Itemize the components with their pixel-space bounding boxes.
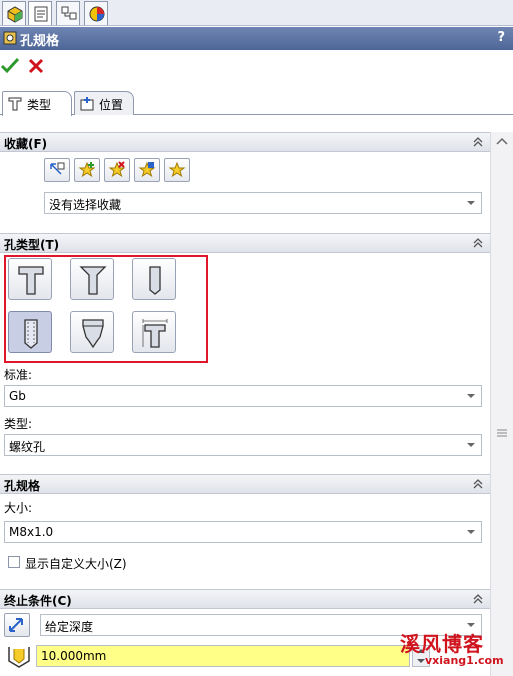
- chevron-down-icon[interactable]: [463, 524, 479, 540]
- chevron-up-icon[interactable]: [472, 237, 484, 249]
- chevron-up-icon[interactable]: [472, 478, 484, 490]
- appearance-manager-tab[interactable]: [84, 1, 108, 25]
- apply-defaults-icon: [50, 162, 65, 175]
- type-select-value: 螺纹孔: [9, 440, 46, 454]
- property-manager-title-bar: 孔规格 ?: [0, 27, 513, 50]
- chevron-up-icon[interactable]: [472, 136, 484, 148]
- end-condition-select-value: 给定深度: [45, 620, 94, 634]
- feature-manager-tab[interactable]: [2, 1, 26, 25]
- chevron-down-icon[interactable]: [463, 437, 479, 453]
- size-label: 大小:: [4, 501, 33, 515]
- type-label: 类型:: [4, 417, 33, 431]
- hole-wizard-tabs: 类型 位置: [0, 89, 513, 116]
- favorites-select[interactable]: 没有选择收藏: [44, 192, 482, 214]
- standard-select[interactable]: Gb: [4, 385, 482, 407]
- hole-type-highlight-box: [4, 255, 208, 363]
- appearance-pie-icon: [89, 6, 105, 22]
- page-title: 孔规格: [20, 34, 60, 49]
- favorites-select-value: 没有选择收藏: [49, 198, 122, 212]
- depth-value: 10.000mm: [41, 649, 107, 663]
- hole-type-header-label: 孔类型(T): [4, 238, 60, 252]
- configuration-manager-tab[interactable]: [56, 1, 80, 25]
- ok-button[interactable]: [0, 56, 20, 76]
- chevron-up-icon[interactable]: [472, 593, 484, 605]
- chevron-down-icon[interactable]: [463, 388, 479, 404]
- custom-size-label: 显示自定义大小(Z): [25, 557, 127, 571]
- standard-label: 标准:: [4, 368, 33, 382]
- watermark-url: vxiang1.com: [425, 654, 504, 667]
- depth-input[interactable]: 10.000mm: [36, 645, 410, 667]
- configuration-icon: [61, 6, 77, 20]
- add-favorite-button[interactable]: [74, 158, 100, 182]
- help-button[interactable]: ?: [497, 30, 505, 45]
- scroll-up-icon[interactable]: [496, 136, 508, 146]
- hole-wizard-icon: [3, 31, 17, 45]
- favorites-group-header[interactable]: 收藏(F): [0, 132, 490, 152]
- star-load-icon: [168, 161, 186, 178]
- scroll-grip-icon[interactable]: [495, 427, 509, 439]
- manager-tabs: [0, 0, 513, 26]
- tab-type-label: 类型: [27, 98, 52, 112]
- reverse-direction-icon: [9, 618, 23, 632]
- blind-depth-icon: [8, 647, 30, 668]
- load-favorite-button[interactable]: [164, 158, 190, 182]
- close-icon: [28, 58, 44, 74]
- star-save-icon: [138, 161, 156, 178]
- vertical-scrollbar[interactable]: [490, 132, 513, 676]
- tab-position-label: 位置: [99, 98, 124, 112]
- property-manager-tab[interactable]: [28, 1, 52, 25]
- apply-defaults-button[interactable]: [44, 158, 70, 182]
- star-add-icon: [78, 161, 96, 178]
- chevron-down-icon[interactable]: [463, 195, 479, 211]
- hole-spec-group-header[interactable]: 孔规格: [0, 474, 490, 494]
- cancel-button[interactable]: [26, 56, 46, 76]
- end-condition-group-header[interactable]: 终止条件(C): [0, 589, 490, 609]
- size-select-value: M8x1.0: [9, 525, 54, 539]
- check-icon: [0, 57, 20, 74]
- feature-tree-icon: [7, 6, 23, 23]
- tab-position[interactable]: 位置: [74, 91, 134, 115]
- standard-select-value: Gb: [9, 389, 26, 403]
- size-select[interactable]: M8x1.0: [4, 521, 482, 543]
- end-condition-header-label: 终止条件(C): [4, 594, 72, 608]
- star-delete-icon: [108, 161, 126, 178]
- custom-size-checkbox[interactable]: [8, 556, 20, 568]
- favorites-header-label: 收藏(F): [4, 137, 48, 151]
- hole-type-group-header[interactable]: 孔类型(T): [0, 233, 490, 253]
- delete-favorite-button[interactable]: [104, 158, 130, 182]
- save-favorite-button[interactable]: [134, 158, 160, 182]
- action-bar: [0, 54, 513, 80]
- property-manager-icon: [34, 6, 48, 22]
- type-select[interactable]: 螺纹孔: [4, 434, 482, 456]
- hole-type-tab-icon: [8, 97, 22, 111]
- reverse-direction-button[interactable]: [4, 613, 30, 637]
- hole-spec-header-label: 孔规格: [4, 479, 41, 493]
- tab-type[interactable]: 类型: [2, 91, 72, 116]
- watermark-text: 溪风博客: [400, 632, 484, 656]
- position-tab-icon: [80, 97, 94, 111]
